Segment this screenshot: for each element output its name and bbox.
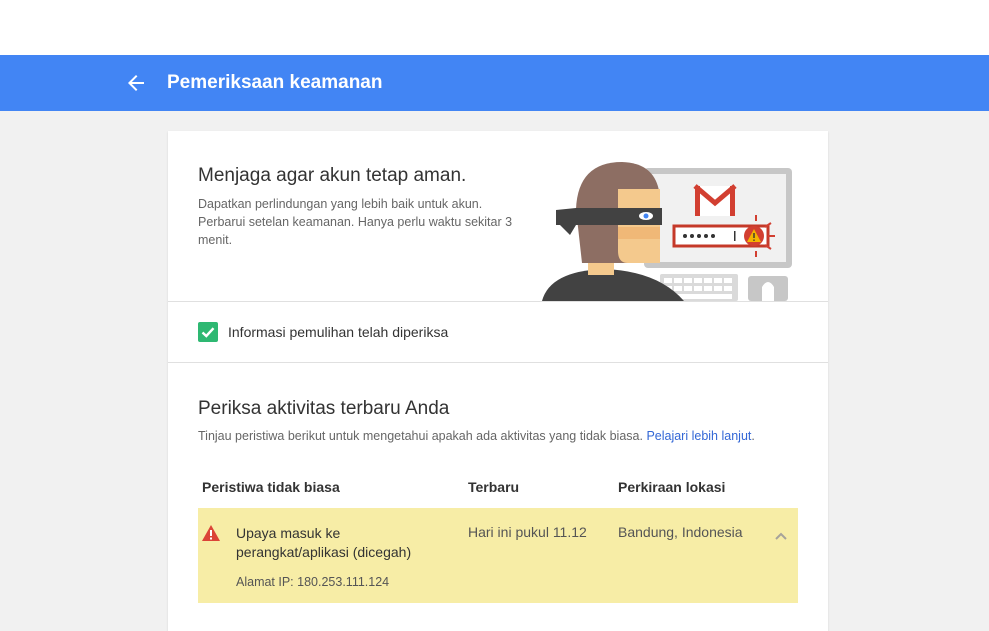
section-divider (168, 362, 828, 363)
chevron-up-icon[interactable] (774, 528, 788, 540)
activity-section-title: Periksa aktivitas terbaru Anda (198, 398, 450, 419)
activity-description: Tinjau peristiwa berikut untuk mengetahu… (198, 429, 755, 443)
app-header: Pemeriksaan keamanan (0, 55, 989, 111)
event-ip-address: Alamat IP: 180.253.111.124 (236, 575, 390, 589)
activity-description-text: Tinjau peristiwa berikut untuk mengetahu… (198, 429, 643, 443)
checkmark-icon[interactable] (198, 322, 218, 342)
intro-title: Menjaga agar akun tetap aman. (198, 165, 467, 186)
column-header-recent: Terbaru (468, 479, 520, 495)
warning-triangle-icon (202, 525, 220, 541)
recovery-info-label: Informasi pemulihan telah diperiksa (228, 324, 449, 340)
table-row[interactable]: Upaya masuk ke perangkat/aplikasi (diceg… (198, 508, 798, 603)
event-name: Upaya masuk ke perangkat/aplikasi (diceg… (236, 525, 412, 560)
intro-description: Dapatkan perlindungan yang lebih baik un… (198, 197, 513, 247)
event-recent-time: Hari ini pukul 11.12 (468, 524, 587, 540)
browser-top-area (0, 0, 989, 55)
column-header-event: Peristiwa tidak biasa (202, 479, 340, 495)
event-location: Bandung, Indonesia (618, 524, 743, 540)
column-header-location: Perkiraan lokasi (618, 479, 726, 495)
page-title: Pemeriksaan keamanan (167, 72, 383, 93)
security-illustration (542, 159, 804, 301)
learn-more-link[interactable]: Pelajari lebih lanjut (646, 429, 751, 443)
section-divider (168, 301, 828, 302)
security-checkup-card: Menjaga agar akun tetap aman. Dapatkan p… (168, 131, 828, 631)
back-arrow-icon[interactable] (124, 71, 148, 95)
